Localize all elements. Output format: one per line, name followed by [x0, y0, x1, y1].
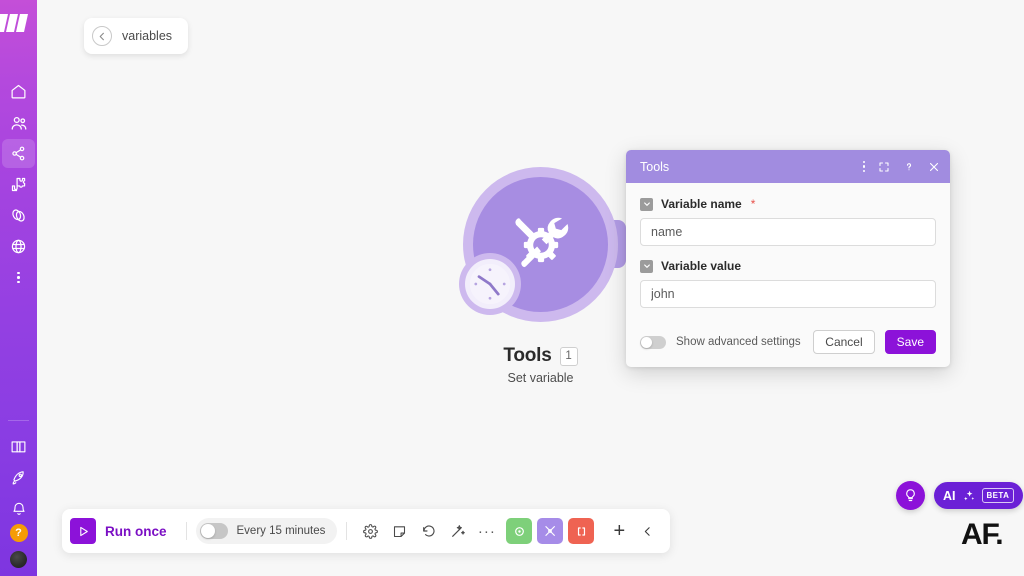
- field-label-row: Variable name *: [640, 197, 936, 211]
- avatar[interactable]: [10, 551, 27, 568]
- node-schedule-badge: [459, 253, 521, 315]
- back-pill-label: variables: [122, 29, 173, 43]
- variable-value-input[interactable]: [640, 280, 936, 308]
- magic-wand-icon: [451, 525, 465, 537]
- beta-badge: BETA: [981, 488, 1015, 503]
- dialog-expand-button[interactable]: [878, 161, 890, 173]
- chevron-down-icon[interactable]: [640, 259, 653, 273]
- node-title-row: Tools 1: [463, 345, 618, 367]
- question-mark-icon: [906, 162, 912, 170]
- variable-name-input[interactable]: [640, 218, 936, 246]
- toolbar-autoalign-button[interactable]: [443, 516, 472, 546]
- run-once-button[interactable]: Run once: [70, 518, 177, 544]
- node-title: Tools: [503, 345, 552, 366]
- dialog-more-button[interactable]: [862, 160, 865, 173]
- toolbar-collapse-button[interactable]: [634, 516, 660, 546]
- dialog-title: Tools: [640, 159, 670, 174]
- field-label: Variable name: [661, 197, 742, 211]
- dialog-close-button[interactable]: [928, 161, 940, 173]
- arrow-left-circle-icon: [92, 26, 112, 46]
- ai-assistant-button[interactable]: AI BETA: [934, 482, 1024, 509]
- sidebar-item-templates[interactable]: [0, 169, 37, 200]
- node-subtitle: Set variable: [507, 371, 574, 385]
- brackets-icon: [577, 526, 585, 536]
- field-variable-value: Variable value: [640, 259, 936, 308]
- toolbar-divider: [185, 522, 187, 540]
- back-to-variables-button[interactable]: variables: [84, 18, 189, 54]
- field-label: Variable value: [661, 259, 742, 273]
- toolbar-more-button[interactable]: ···: [472, 516, 501, 546]
- run-once-label: Run once: [105, 523, 167, 539]
- cancel-button[interactable]: Cancel: [813, 330, 875, 354]
- tools-icon: [545, 526, 556, 536]
- dialog-help-button[interactable]: [903, 161, 915, 173]
- hint-button[interactable]: [896, 481, 925, 510]
- dialog-actions: [862, 160, 941, 173]
- toolbar-explore-button[interactable]: [506, 518, 533, 544]
- show-advanced-settings-toggle[interactable]: [640, 335, 666, 349]
- lightbulb-icon: [906, 489, 915, 502]
- sparkles-icon: [963, 490, 974, 500]
- schedule-control[interactable]: Every 15 minutes: [195, 518, 338, 544]
- more-vertical-icon: [17, 271, 20, 284]
- sidebar-divider: [8, 420, 29, 421]
- sidebar-item-whats-new[interactable]: [0, 462, 37, 493]
- save-button[interactable]: Save: [884, 330, 936, 354]
- sidebar-item-docs[interactable]: [0, 431, 37, 462]
- chevron-left-icon: [644, 526, 650, 536]
- schedule-label: Every 15 minutes: [236, 525, 326, 537]
- node-count-badge: 1: [559, 346, 578, 366]
- left-sidebar: ?: [0, 0, 37, 576]
- toolbar-icon-group: ···: [356, 516, 501, 546]
- toolbar-settings-button[interactable]: [356, 516, 385, 546]
- dialog-header[interactable]: Tools: [626, 150, 950, 183]
- help-button[interactable]: ?: [9, 524, 28, 542]
- clock-icon: [465, 259, 515, 309]
- tools-settings-dialog: Tools Variable name * name Variable valu…: [626, 150, 950, 367]
- toggle-knob: [200, 524, 215, 538]
- sidebar-item-webhooks[interactable]: [0, 231, 37, 262]
- sidebar-item-home[interactable]: [0, 76, 37, 107]
- sidebar-item-team[interactable]: [0, 107, 37, 138]
- make-logo[interactable]: [0, 0, 37, 46]
- scenario-node-tools[interactable]: Tools 1 Set variable: [459, 167, 643, 392]
- sidebar-item-notifications[interactable]: [0, 493, 37, 524]
- app-root: ? variables Tools 1 Set variable Tools V…: [0, 0, 1024, 576]
- sidebar-item-more[interactable]: [0, 262, 37, 293]
- sidebar-item-connections[interactable]: [0, 200, 37, 231]
- expand-icon: [879, 161, 889, 172]
- field-label-row: Variable value: [640, 259, 936, 273]
- undo-icon: [422, 525, 435, 537]
- ai-label: AI: [943, 488, 956, 503]
- sidebar-item-scenarios[interactable]: [0, 138, 37, 169]
- toolbar-flow-control-button[interactable]: [568, 518, 595, 544]
- gear-icon: [363, 523, 379, 539]
- play-icon: [70, 518, 96, 544]
- watermark: AF.: [961, 518, 1004, 551]
- toolbar-undo-button[interactable]: [414, 516, 443, 546]
- field-variable-name: Variable name *: [640, 197, 936, 246]
- dialog-footer: Show advanced settings Cancel Save: [626, 321, 950, 367]
- schedule-toggle[interactable]: [199, 523, 228, 539]
- sidebar-bottom: ?: [0, 420, 37, 576]
- toolbar-tools-button[interactable]: [537, 518, 564, 544]
- toolbar-add-module-button[interactable]: +: [604, 516, 634, 546]
- kebab-menu-icon: [862, 160, 865, 173]
- note-icon: [394, 525, 406, 537]
- toolbar-notes-button[interactable]: [385, 516, 414, 546]
- toggle-knob: [641, 336, 652, 348]
- target-icon: [514, 526, 524, 536]
- dialog-body: Variable name * Variable value: [626, 183, 950, 308]
- show-advanced-settings-label: Show advanced settings: [676, 336, 801, 348]
- toolbar-divider: [346, 522, 348, 540]
- bottom-toolbar: Run once Every 15 minutes ··· +: [62, 509, 671, 553]
- close-icon: [929, 162, 939, 171]
- required-marker: *: [750, 197, 756, 211]
- sidebar-nav: [0, 76, 37, 293]
- chevron-down-icon[interactable]: [640, 197, 653, 211]
